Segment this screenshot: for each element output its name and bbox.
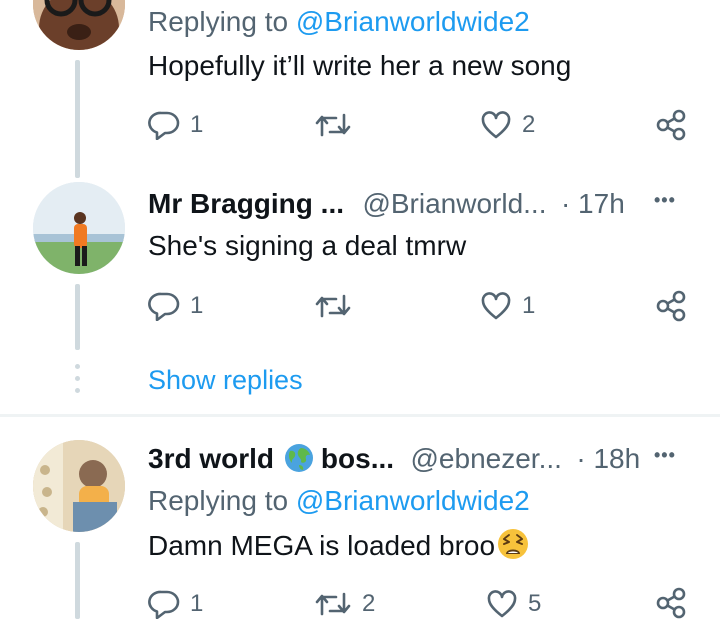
replying-to: Replying to @Brianworldwide2 <box>148 6 530 37</box>
like-icon <box>481 292 511 320</box>
like-icon <box>487 590 517 618</box>
reply-icon <box>148 292 180 321</box>
display-name[interactable]: Mr Bragging ... <box>148 188 344 219</box>
reply-icon <box>148 111 180 140</box>
share-button[interactable] <box>654 586 688 620</box>
like-button[interactable]: 5 <box>486 589 541 619</box>
display-name[interactable]: 3rd world <box>148 443 274 474</box>
thread-line <box>75 542 80 619</box>
retweet-icon <box>315 294 351 318</box>
retweet-count: 2 <box>362 590 376 617</box>
tweet-header: 3rd world bos... @ebnezer... · 18h <box>148 443 640 478</box>
timestamp[interactable]: · 18h <box>576 443 640 474</box>
divider <box>0 414 720 417</box>
tweet-text: She's signing a deal tmrw <box>148 230 467 261</box>
user-handle[interactable]: @Brianworld... <box>362 188 546 219</box>
globe-emoji <box>284 443 314 478</box>
reply-button[interactable]: 1 <box>148 110 203 140</box>
retweet-button[interactable] <box>314 110 362 140</box>
retweet-button[interactable]: 2 <box>314 589 375 619</box>
like-count: 2 <box>522 111 536 138</box>
timestamp[interactable]: · 17h <box>561 188 625 219</box>
more-icon[interactable]: ••• <box>654 190 676 211</box>
like-button[interactable]: 1 <box>480 291 535 321</box>
share-icon <box>656 109 686 141</box>
show-replies-link[interactable]: Show replies <box>148 365 303 396</box>
reply-count: 1 <box>190 292 204 319</box>
reply-icon <box>148 590 180 619</box>
replying-to: Replying to @Brianworldwide2 <box>148 485 530 516</box>
user-handle[interactable]: @ebnezer... <box>411 443 562 474</box>
reply-count: 1 <box>190 590 204 617</box>
retweet-button[interactable] <box>314 291 362 321</box>
retweet-icon <box>315 113 351 137</box>
like-count: 5 <box>528 590 542 617</box>
tweet-text: Hopefully it’ll write her a new song <box>148 50 572 81</box>
tired-face-emoji <box>497 528 529 567</box>
share-button[interactable] <box>654 289 688 323</box>
reply-button[interactable]: 1 <box>148 291 203 321</box>
more-icon[interactable]: ••• <box>654 445 676 466</box>
thread-dots <box>75 364 80 400</box>
retweet-icon <box>315 592 351 616</box>
reply-count: 1 <box>190 111 204 138</box>
like-button[interactable]: 2 <box>480 110 535 140</box>
tweet-text: Damn MEGA is loaded broo <box>148 528 529 567</box>
like-count: 1 <box>522 292 536 319</box>
avatar[interactable] <box>33 0 125 50</box>
avatar[interactable] <box>33 440 125 532</box>
like-icon <box>481 111 511 139</box>
share-icon <box>656 587 686 619</box>
reply-handle-link[interactable]: @Brianworldwide2 <box>296 6 530 37</box>
avatar[interactable] <box>33 182 125 274</box>
reply-button[interactable]: 1 <box>148 589 203 619</box>
display-name[interactable]: bos... <box>321 443 394 474</box>
tweet-header: Mr Bragging ... @Brianworld... · 17h <box>148 188 625 220</box>
thread-line <box>75 60 80 178</box>
reply-handle-link[interactable]: @Brianworldwide2 <box>296 485 530 516</box>
share-button[interactable] <box>654 108 688 142</box>
thread-line <box>75 284 80 350</box>
share-icon <box>656 290 686 322</box>
